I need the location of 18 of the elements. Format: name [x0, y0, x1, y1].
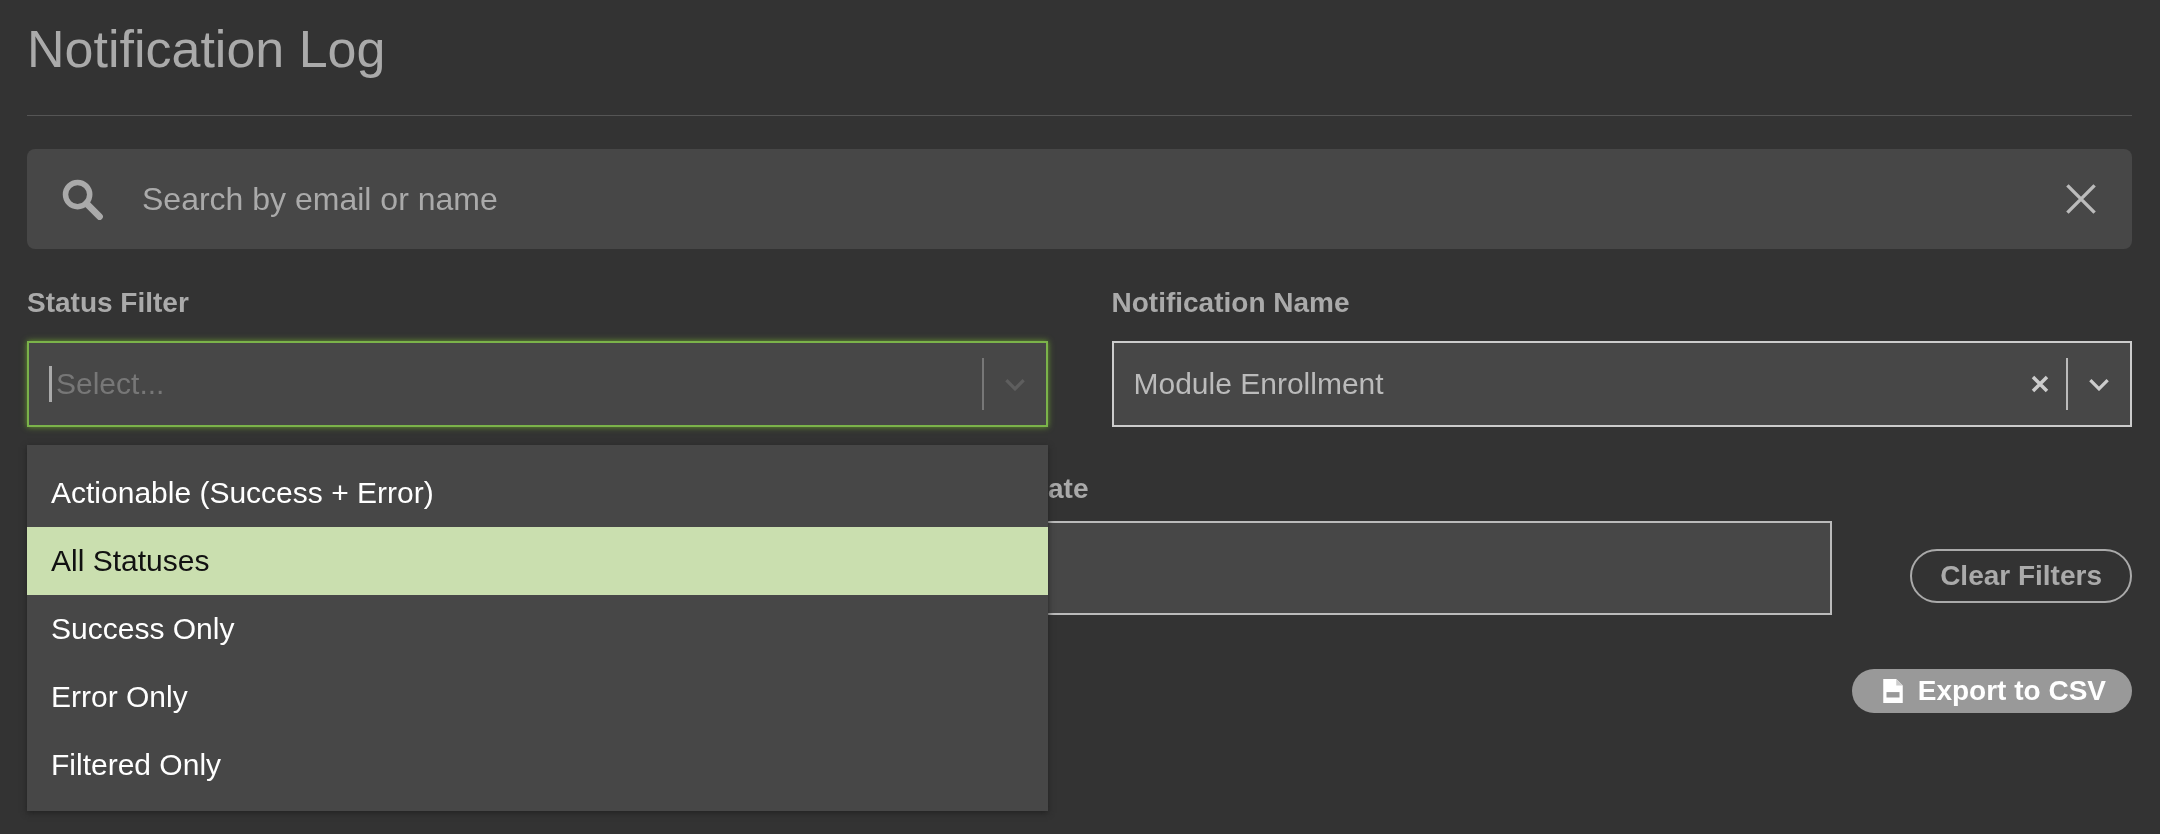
menu-option[interactable]: Filtered Only — [27, 731, 1048, 799]
field-label: Notification Name — [1111, 287, 1351, 319]
notification-select[interactable]: Module Enrollment — [1111, 341, 2132, 427]
field-label: ate — [1048, 473, 1090, 505]
clear-icon[interactable] — [2030, 374, 2050, 394]
search-icon — [60, 177, 104, 221]
menu-option[interactable]: Error Only — [27, 663, 1048, 731]
search-input[interactable]: Search by email or name — [140, 179, 2064, 219]
clear-filters-button[interactable]: Clear Filters — [1910, 549, 2132, 603]
search-bar[interactable]: Search by email or name — [27, 149, 2132, 249]
close-icon[interactable] — [2064, 182, 2098, 216]
menu-option[interactable]: All Statuses — [27, 527, 1048, 595]
csv-file-icon — [1881, 678, 1904, 704]
field-label: Status Filter — [27, 287, 190, 319]
page-title: Notification Log — [27, 19, 387, 80]
menu-option[interactable]: Success Only — [27, 595, 1048, 663]
menu-option[interactable]: Actionable (Success + Error) — [27, 459, 1048, 527]
date-field[interactable] — [1048, 521, 1832, 615]
